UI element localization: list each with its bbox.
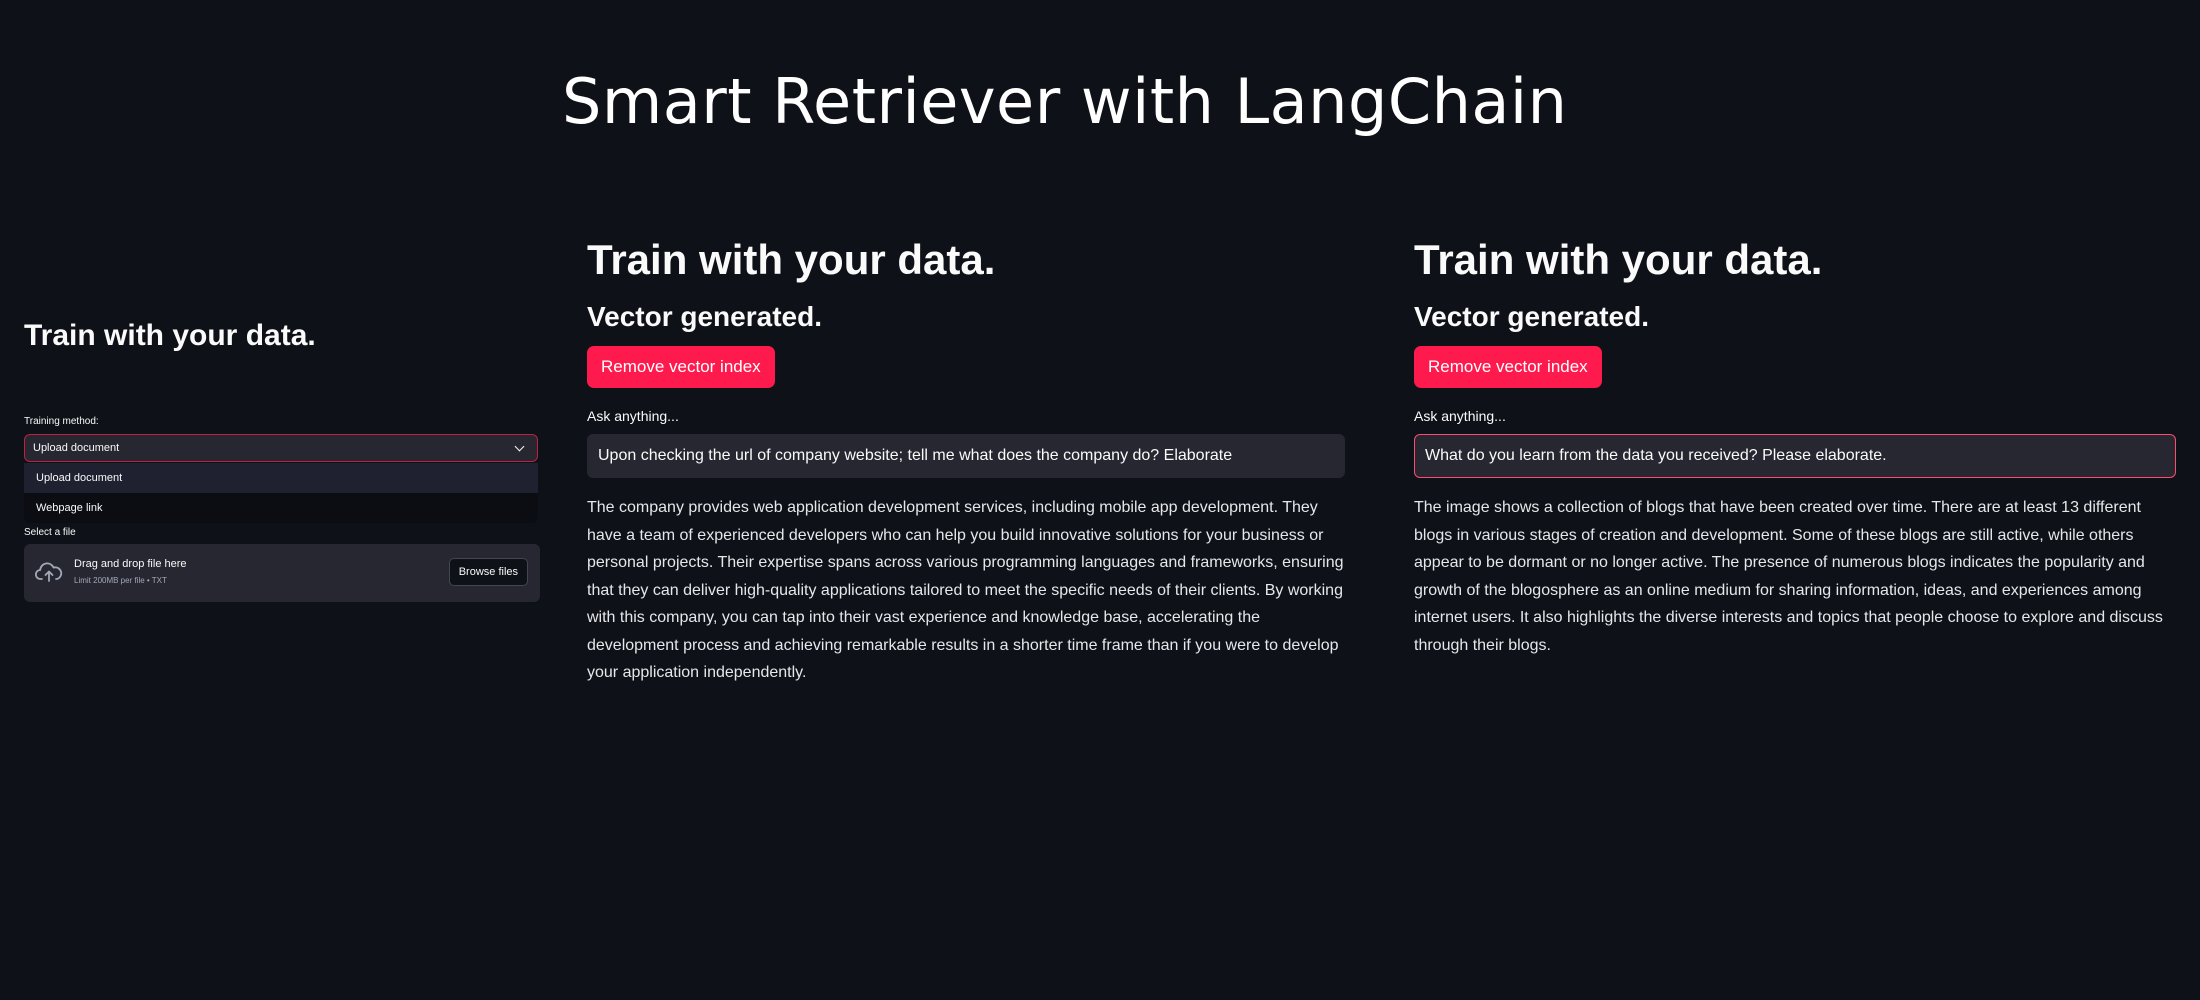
app-title: Smart Retriever with LangChain bbox=[562, 65, 1568, 138]
option-webpage-link[interactable]: Webpage link bbox=[24, 493, 538, 523]
chevron-down-icon bbox=[514, 441, 525, 451]
blogs-qa-panel: Train with your data. Vector generated. … bbox=[1414, 228, 2176, 659]
company-qa-panel: Train with your data. Vector generated. … bbox=[587, 228, 1345, 687]
cloud-upload-icon bbox=[35, 562, 63, 582]
app-page: Smart Retriever with LangChain Train wit… bbox=[0, 0, 2200, 1000]
upload-panel: Train with your data. Training method: U… bbox=[24, 310, 540, 602]
ask-label: Ask anything... bbox=[1414, 408, 1506, 424]
browse-files-button[interactable]: Browse files bbox=[448, 558, 528, 586]
training-method-select[interactable]: Upload document bbox=[24, 434, 538, 462]
training-method-value: Upload document bbox=[33, 442, 120, 454]
upload-panel-heading: Train with your data. bbox=[24, 319, 316, 352]
ask-label: Ask anything... bbox=[587, 408, 679, 424]
answer-text: The company provides web application dev… bbox=[587, 499, 1344, 681]
answer-text: The image shows a collection of blogs th… bbox=[1414, 499, 2163, 654]
file-select-label: Select a file bbox=[24, 527, 76, 538]
dropzone-title: Drag and drop file here bbox=[74, 558, 187, 570]
training-method-label: Training method: bbox=[24, 416, 99, 427]
question-input[interactable] bbox=[1414, 434, 2176, 478]
option-upload-document[interactable]: Upload document bbox=[24, 463, 538, 493]
file-dropzone[interactable]: Drag and drop file here Limit 200MB per … bbox=[24, 544, 540, 602]
remove-vector-index-button[interactable]: Remove vector index bbox=[587, 346, 775, 388]
remove-vector-index-button[interactable]: Remove vector index bbox=[1414, 346, 1602, 388]
vector-status: Vector generated. bbox=[587, 301, 822, 332]
blogs-panel-heading: Train with your data. bbox=[1414, 236, 1823, 283]
question-input[interactable] bbox=[587, 434, 1345, 478]
training-method-dropdown: Upload document Webpage link bbox=[24, 463, 538, 523]
dropzone-limit: Limit 200MB per file • TXT bbox=[74, 576, 167, 585]
company-panel-heading: Train with your data. bbox=[587, 236, 996, 283]
vector-status: Vector generated. bbox=[1414, 301, 1649, 332]
